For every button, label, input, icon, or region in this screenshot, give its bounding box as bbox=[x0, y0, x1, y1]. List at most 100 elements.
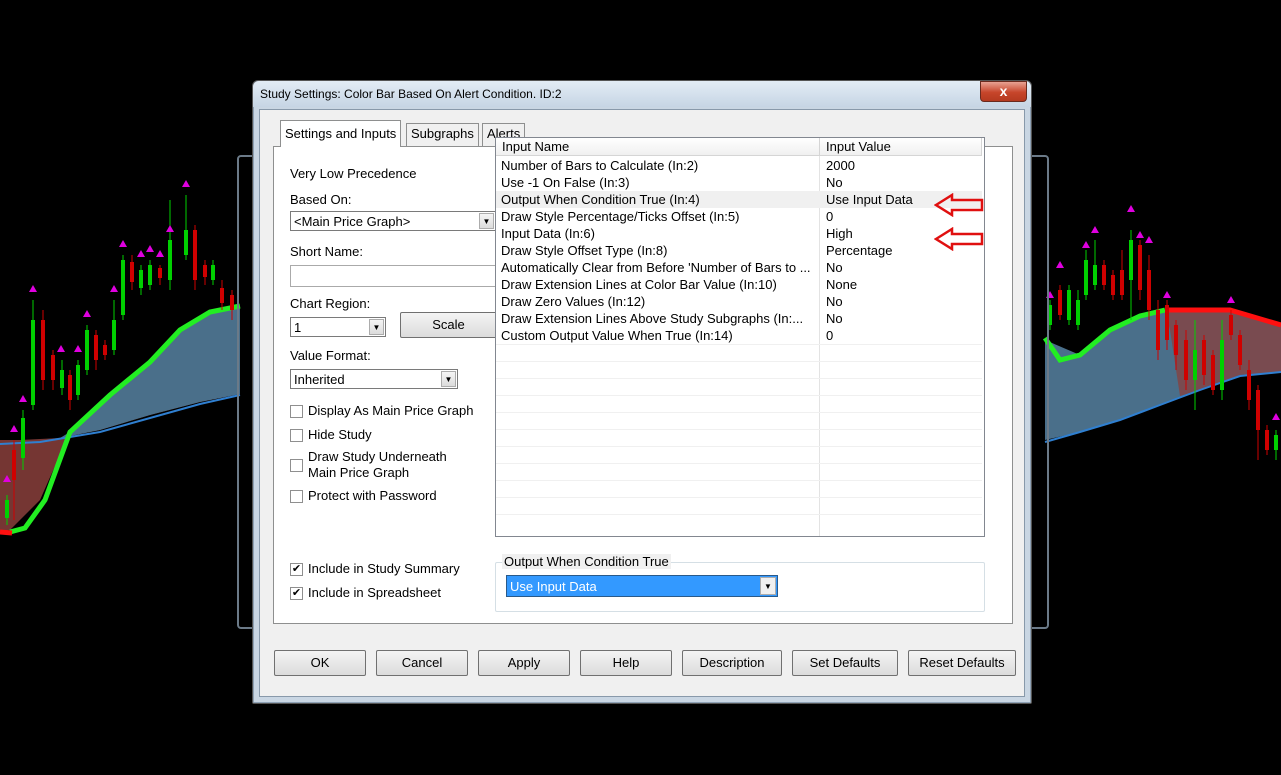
empty-row-line bbox=[496, 480, 982, 481]
set-defaults-button[interactable]: Set Defaults bbox=[792, 650, 898, 676]
chart-region-value: 1 bbox=[294, 320, 302, 335]
table-row[interactable]: Number of Bars to Calculate (In:2) 2000 bbox=[496, 157, 982, 174]
left-chart-area bbox=[0, 180, 241, 536]
help-button[interactable]: Help bbox=[580, 650, 672, 676]
editor-value: Use Input Data bbox=[510, 579, 597, 594]
table-row[interactable]: Draw Style Percentage/Ticks Offset (In:5… bbox=[496, 208, 982, 225]
empty-row-line bbox=[496, 497, 982, 498]
input-name-cell: Draw Style Percentage/Ticks Offset (In:5… bbox=[501, 209, 740, 224]
input-value-cell[interactable]: Use Input Data bbox=[826, 192, 913, 207]
title-bar[interactable]: Study Settings: Color Bar Based On Alert… bbox=[253, 81, 1031, 107]
table-row[interactable]: Draw Style Offset Type (In:8) Percentage bbox=[496, 242, 982, 259]
annotation-arrow-left-icon bbox=[934, 227, 984, 251]
table-row[interactable]: Output When Condition True (In:4) Use Inp… bbox=[496, 191, 982, 208]
input-value-cell[interactable]: No bbox=[826, 294, 843, 309]
protect-with-password-label: Protect with Password bbox=[308, 488, 437, 503]
based-on-value: <Main Price Graph> bbox=[294, 214, 411, 229]
ma-line-falling bbox=[0, 529, 13, 536]
study-settings-dialog: Study Settings: Color Bar Based On Alert… bbox=[252, 80, 1032, 704]
short-name-input[interactable] bbox=[290, 265, 496, 287]
chevron-down-icon[interactable]: ▼ bbox=[760, 577, 776, 595]
hide-study-checkbox[interactable] bbox=[290, 429, 303, 442]
chevron-down-icon[interactable]: ▼ bbox=[441, 371, 456, 387]
empty-row-line bbox=[496, 378, 982, 379]
draw-study-underneath-label-2: Main Price Graph bbox=[308, 465, 410, 480]
description-button[interactable]: Description bbox=[682, 650, 782, 676]
scale-button[interactable]: Scale bbox=[400, 312, 497, 338]
input-value-cell[interactable]: No bbox=[826, 175, 843, 190]
input-value-cell[interactable]: Percentage bbox=[826, 243, 893, 258]
draw-study-underneath-label: Draw Study Underneath bbox=[308, 449, 447, 464]
value-format-select[interactable]: Inherited ▼ bbox=[290, 369, 458, 389]
value-format-label: Value Format: bbox=[290, 348, 371, 363]
empty-row-line bbox=[496, 463, 982, 464]
close-icon: x bbox=[999, 83, 1008, 99]
cancel-button[interactable]: Cancel bbox=[376, 650, 468, 676]
input-name-cell: Automatically Clear from Before 'Number … bbox=[501, 260, 811, 275]
input-value-cell[interactable]: No bbox=[826, 311, 843, 326]
include-in-study-summary-label: Include in Study Summary bbox=[308, 561, 460, 576]
input-value-cell[interactable]: 2000 bbox=[826, 158, 855, 173]
close-button[interactable]: x bbox=[980, 81, 1027, 102]
chevron-down-icon[interactable]: ▼ bbox=[369, 319, 384, 335]
input-name-cell: Number of Bars to Calculate (In:2) bbox=[501, 158, 699, 173]
input-value-cell[interactable]: 0 bbox=[826, 209, 833, 224]
input-name-cell: Custom Output Value When True (In:14) bbox=[501, 328, 733, 343]
chart-region-label: Chart Region: bbox=[290, 296, 371, 311]
dialog-client-area: Settings and Inputs Subgraphs Alerts Ver… bbox=[259, 109, 1025, 697]
input-name-cell: Draw Zero Values (In:12) bbox=[501, 294, 646, 309]
table-row[interactable]: Automatically Clear from Before 'Number … bbox=[496, 259, 982, 276]
input-value-cell[interactable]: 0 bbox=[826, 328, 833, 343]
input-name-cell: Output When Condition True (In:4) bbox=[501, 192, 700, 207]
tab-subgraphs[interactable]: Subgraphs bbox=[406, 123, 479, 146]
reset-defaults-button[interactable]: Reset Defaults bbox=[908, 650, 1016, 676]
include-in-study-summary-checkbox[interactable]: ✔ bbox=[290, 563, 303, 576]
hide-study-label: Hide Study bbox=[308, 427, 372, 442]
display-as-main-price-graph-checkbox[interactable] bbox=[290, 405, 303, 418]
column-header-input-value[interactable]: Input Value bbox=[820, 138, 982, 156]
window-title: Study Settings: Color Bar Based On Alert… bbox=[260, 87, 562, 101]
empty-row-line bbox=[496, 429, 982, 430]
editor-groupbox: Output When Condition True Use Input Dat… bbox=[495, 554, 985, 612]
input-name-cell: Use -1 On False (In:3) bbox=[501, 175, 630, 190]
empty-row-line bbox=[496, 446, 982, 447]
chevron-down-icon[interactable]: ▼ bbox=[479, 213, 494, 229]
input-name-cell: Input Data (In:6) bbox=[501, 226, 595, 241]
short-name-label: Short Name: bbox=[290, 244, 363, 259]
editor-group-label: Output When Condition True bbox=[502, 554, 671, 569]
tab-settings-and-inputs[interactable]: Settings and Inputs bbox=[280, 120, 402, 147]
value-format-value: Inherited bbox=[294, 372, 345, 387]
annotation-arrow-left-icon bbox=[934, 193, 984, 217]
column-header-input-name[interactable]: Input Name bbox=[496, 138, 820, 156]
empty-row-line bbox=[496, 412, 982, 413]
display-as-main-price-graph-label: Display As Main Price Graph bbox=[308, 403, 474, 418]
empty-row-line bbox=[496, 344, 982, 345]
right-chart-area bbox=[1042, 205, 1281, 460]
include-in-spreadsheet-checkbox[interactable]: ✔ bbox=[290, 587, 303, 600]
table-row[interactable]: Draw Extension Lines Above Study Subgrap… bbox=[496, 310, 982, 327]
chart-region-select[interactable]: 1 ▼ bbox=[290, 317, 386, 337]
inputs-grid: Input Name Input Value Number of Bars to… bbox=[495, 137, 985, 537]
input-value-cell[interactable]: High bbox=[826, 226, 853, 241]
protect-with-password-checkbox[interactable] bbox=[290, 490, 303, 503]
empty-row-line bbox=[496, 395, 982, 396]
apply-button[interactable]: Apply bbox=[478, 650, 570, 676]
table-row[interactable]: Input Data (In:6) High bbox=[496, 225, 982, 242]
precedence-label: Very Low Precedence bbox=[290, 166, 417, 181]
table-row[interactable]: Use -1 On False (In:3) No bbox=[496, 174, 982, 191]
ok-button[interactable]: OK bbox=[274, 650, 366, 676]
table-row[interactable]: Custom Output Value When True (In:14) 0 bbox=[496, 327, 982, 344]
input-value-cell[interactable]: None bbox=[826, 277, 857, 292]
input-name-cell: Draw Style Offset Type (In:8) bbox=[501, 243, 668, 258]
based-on-select[interactable]: <Main Price Graph> ▼ bbox=[290, 211, 496, 231]
output-when-condition-true-select[interactable]: Use Input Data ▼ bbox=[506, 575, 778, 597]
empty-row-line bbox=[496, 361, 982, 362]
checkmark-icon: ✔ bbox=[291, 563, 302, 575]
settings-panel: Very Low Precedence Based On: <Main Pric… bbox=[273, 137, 1013, 624]
empty-row-line bbox=[496, 514, 982, 515]
draw-study-underneath-checkbox[interactable] bbox=[290, 459, 303, 472]
input-value-cell[interactable]: No bbox=[826, 260, 843, 275]
table-row[interactable]: Draw Zero Values (In:12) No bbox=[496, 293, 982, 310]
include-in-spreadsheet-label: Include in Spreadsheet bbox=[308, 585, 441, 600]
table-row[interactable]: Draw Extension Lines at Color Bar Value … bbox=[496, 276, 982, 293]
